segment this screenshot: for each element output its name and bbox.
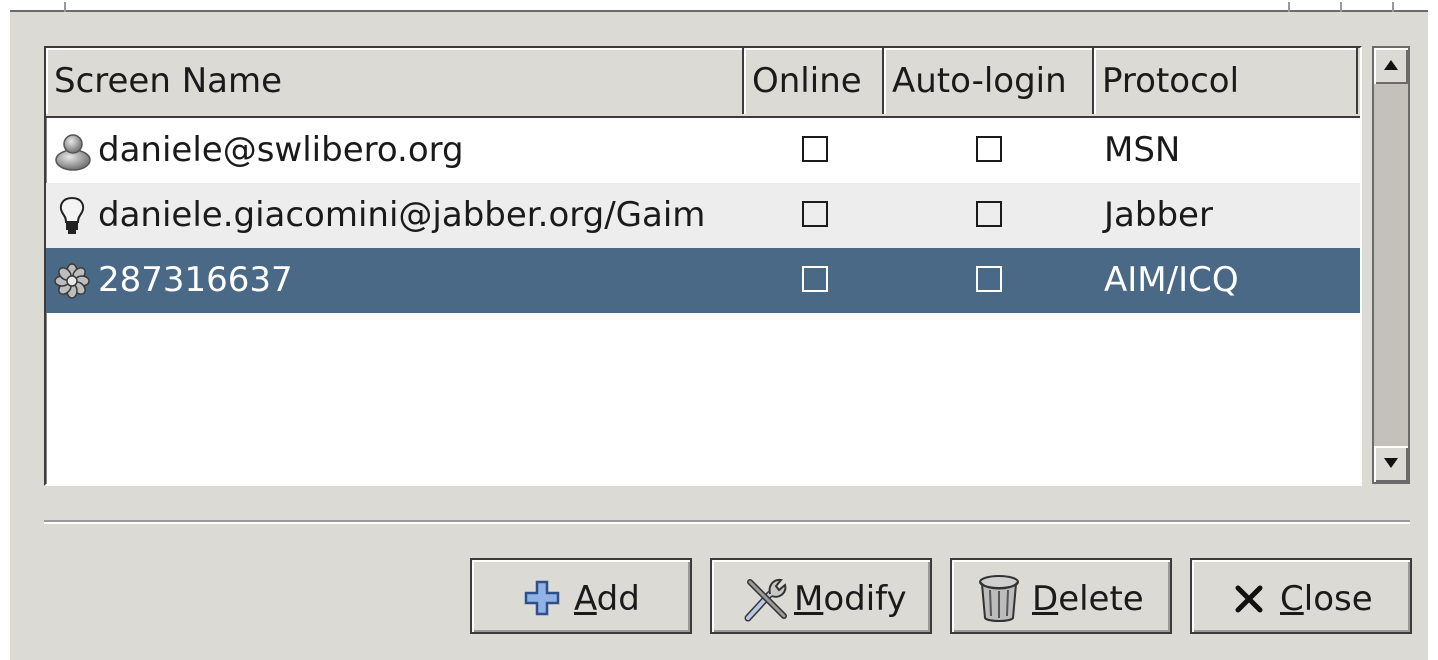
add-label: Add [574,579,640,619]
screen-name: daniele@swlibero.org [98,130,464,170]
top-frame-edge [10,2,1428,22]
auto-login-checkbox[interactable] [976,266,1002,292]
delete-button[interactable]: Delete [950,558,1172,634]
separator [44,520,1410,524]
screen-name: daniele.giacomini@jabber.org/Gaim [98,195,706,235]
auto-login-checkbox[interactable] [976,201,1002,227]
tools-icon [744,578,787,622]
vertical-scrollbar[interactable] [1372,46,1410,484]
online-checkbox[interactable] [802,201,828,227]
icq-flower-icon [54,263,90,299]
msn-buddy-icon [55,134,91,171]
arrow-up-icon [1384,60,1398,70]
column-header-protocol[interactable]: Protocol [1094,48,1358,114]
protocol: Jabber [1104,195,1213,235]
protocol: AIM/ICQ [1104,260,1239,300]
add-button[interactable]: Add [470,558,692,634]
online-checkbox[interactable] [802,136,828,162]
trash-icon [979,575,1019,622]
close-button[interactable]: Close [1190,558,1412,634]
screen-name: 287316637 [98,260,293,300]
scroll-down-button[interactable] [1374,446,1408,482]
column-header-online[interactable]: Online [744,48,884,114]
online-checkbox[interactable] [802,266,828,292]
close-label: Close [1280,579,1373,619]
column-header-screen-name[interactable]: Screen Name [46,48,744,114]
modify-button[interactable]: Modify [710,558,932,634]
accounts-list[interactable]: Screen Name Online Auto-login Protocol d… [44,46,1362,486]
protocol: MSN [1104,130,1181,170]
accounts-window: Screen Name Online Auto-login Protocol d… [10,2,1428,660]
account-row[interactable]: daniele.giacomini@jabber.org/Gaim Jabber [46,183,1360,248]
jabber-lightbulb-icon [59,196,85,234]
plus-icon [524,580,560,616]
arrow-down-icon [1384,458,1398,468]
list-header: Screen Name Online Auto-login Protocol [46,48,1360,118]
auto-login-checkbox[interactable] [976,136,1002,162]
column-header-auto-login[interactable]: Auto-login [884,48,1094,114]
account-row[interactable]: 287316637 AIM/ICQ [46,248,1360,313]
delete-label: Delete [1032,579,1144,619]
account-row[interactable]: daniele@swlibero.org MSN [46,118,1360,183]
modify-label: Modify [794,579,907,619]
scroll-up-button[interactable] [1374,48,1408,84]
close-x-icon [1235,585,1263,613]
